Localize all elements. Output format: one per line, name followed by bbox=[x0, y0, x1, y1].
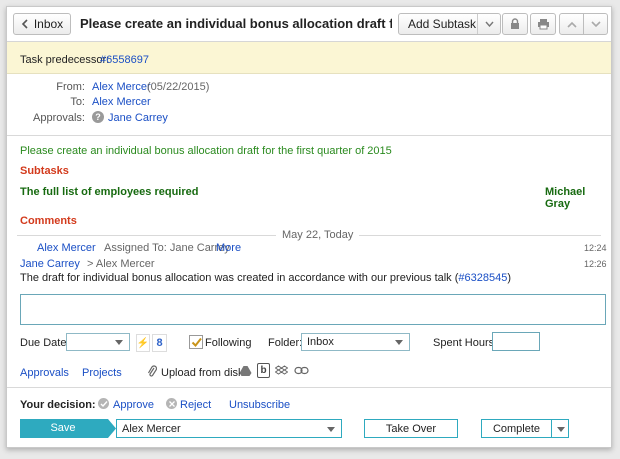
comment-author-link[interactable]: Jane Carrey bbox=[20, 258, 80, 270]
lock-icon bbox=[511, 18, 519, 29]
print-button[interactable] bbox=[530, 13, 556, 35]
projects-link[interactable]: Projects bbox=[82, 367, 122, 379]
comment-author-link[interactable]: Alex Mercer bbox=[37, 242, 96, 254]
lock-button[interactable] bbox=[502, 13, 528, 35]
divider bbox=[7, 387, 611, 388]
subtask-link[interactable]: The full list of employees required bbox=[20, 186, 198, 198]
comment-reply-to: > Alex Mercer bbox=[87, 258, 155, 270]
task-window: Inbox Please create an individual bonus … bbox=[6, 6, 612, 448]
subtask-assignee-link[interactable]: Michael Gray bbox=[545, 186, 611, 210]
complete-menu-button[interactable] bbox=[552, 419, 569, 438]
chevron-down-icon bbox=[590, 20, 601, 27]
divider bbox=[7, 135, 611, 136]
predecessor-bar: Task predecessor: #6558697 bbox=[7, 42, 611, 74]
spent-hours-input[interactable] bbox=[492, 332, 540, 351]
from-user-link[interactable]: Alex Mercer bbox=[92, 81, 151, 93]
comment-body-end: ) bbox=[507, 272, 512, 284]
take-over-label: Take Over bbox=[385, 422, 437, 435]
add-subtask-button[interactable]: Add Subtask bbox=[398, 13, 501, 35]
lightning-icon[interactable]: ⚡ bbox=[136, 334, 150, 352]
box-icon[interactable]: b bbox=[257, 363, 270, 378]
to-user-link[interactable]: Alex Mercer bbox=[92, 96, 151, 108]
folder-value: Inbox bbox=[307, 336, 334, 348]
link-icon[interactable] bbox=[294, 365, 309, 376]
approvals-link[interactable]: Approvals bbox=[20, 367, 69, 379]
predecessor-link[interactable]: #6558697 bbox=[100, 54, 149, 66]
back-button-label: Inbox bbox=[33, 17, 64, 31]
comments-heading: Comments bbox=[20, 215, 77, 227]
reject-circle-icon bbox=[166, 398, 177, 409]
chevron-left-icon bbox=[21, 19, 28, 29]
calendar-icon[interactable]: 8 bbox=[152, 334, 167, 352]
dropbox-icon[interactable] bbox=[275, 364, 288, 377]
comment-body-text: The draft for individual bonus allocatio… bbox=[20, 272, 459, 284]
folder-select[interactable]: Inbox bbox=[301, 333, 410, 351]
subtasks-heading: Subtasks bbox=[20, 165, 69, 177]
upload-link[interactable]: Upload from disk bbox=[161, 367, 244, 379]
complete-button[interactable]: Complete bbox=[481, 419, 552, 438]
google-drive-icon[interactable] bbox=[239, 364, 252, 377]
following-checkbox[interactable] bbox=[189, 335, 203, 349]
paperclip-icon bbox=[146, 364, 158, 378]
from-date: (05/22/2015) bbox=[147, 81, 210, 93]
page-title: Please create an individual bonus alloca… bbox=[80, 16, 392, 31]
save-button[interactable]: Save bbox=[20, 419, 116, 438]
due-date-select[interactable] bbox=[66, 333, 130, 351]
check-circle-icon bbox=[98, 398, 109, 409]
back-to-inbox-button[interactable]: Inbox bbox=[13, 13, 71, 35]
folder-label: Folder: bbox=[268, 337, 303, 349]
next-button[interactable] bbox=[583, 13, 608, 35]
date-divider: May 22, Today bbox=[276, 229, 360, 241]
unsubscribe-link[interactable]: Unsubscribe bbox=[229, 399, 290, 411]
checkmark-icon bbox=[191, 337, 202, 347]
comment-task-link[interactable]: #6328545 bbox=[458, 272, 507, 284]
following-label: Following bbox=[205, 337, 252, 349]
chevron-down-icon[interactable] bbox=[477, 14, 500, 34]
assignee-select[interactable]: Alex Mercer bbox=[116, 419, 342, 438]
comment-input[interactable] bbox=[20, 294, 606, 325]
task-description: Please create an individual bonus alloca… bbox=[20, 145, 392, 157]
complete-label: Complete bbox=[492, 422, 541, 435]
approvals-label: Approvals: bbox=[33, 112, 85, 124]
assignee-value: Alex Mercer bbox=[122, 422, 181, 435]
help-icon: ? bbox=[92, 111, 104, 123]
comment-assign-text: Assigned To: Jane Carrey bbox=[104, 242, 230, 254]
comment-body: The draft for individual bonus allocatio… bbox=[20, 272, 511, 284]
more-link[interactable]: More bbox=[216, 242, 241, 254]
spent-hours-label: Spent Hours: bbox=[433, 337, 498, 349]
previous-button[interactable] bbox=[559, 13, 584, 35]
print-icon bbox=[537, 19, 549, 30]
add-subtask-label: Add Subtask bbox=[408, 17, 477, 31]
to-label: To: bbox=[70, 96, 85, 108]
reject-link[interactable]: Reject bbox=[180, 399, 211, 411]
approve-link[interactable]: Approve bbox=[113, 399, 154, 411]
chevron-up-icon bbox=[566, 21, 577, 28]
from-label: From: bbox=[56, 81, 85, 93]
take-over-button[interactable]: Take Over bbox=[364, 419, 458, 438]
save-button-label: Save bbox=[50, 422, 76, 434]
toolbar: Inbox Please create an individual bonus … bbox=[7, 7, 611, 42]
approver-link[interactable]: Jane Carrey bbox=[108, 112, 168, 124]
comment-time: 12:24 bbox=[584, 243, 607, 253]
decision-label: Your decision: bbox=[20, 399, 96, 411]
predecessor-label: Task predecessor: bbox=[20, 54, 110, 66]
comment-time: 12:26 bbox=[584, 259, 607, 269]
due-date-label: Due Date: bbox=[20, 337, 70, 349]
